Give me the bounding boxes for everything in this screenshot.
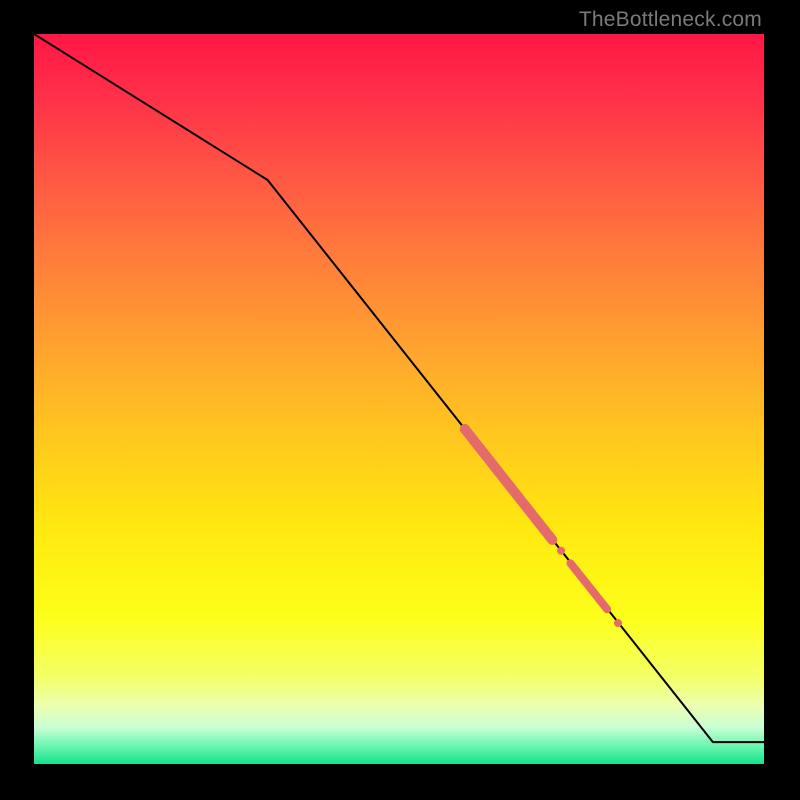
bottleneck-curve bbox=[34, 34, 764, 742]
plot-area bbox=[34, 34, 764, 764]
chart-stage: TheBottleneck.com bbox=[0, 0, 800, 800]
watermark-text: TheBottleneck.com bbox=[579, 8, 762, 32]
highlight-markers bbox=[465, 429, 622, 627]
line-layer bbox=[34, 34, 764, 764]
thick-segment bbox=[465, 429, 553, 540]
mid-segment bbox=[571, 563, 608, 609]
gap-dot-2 bbox=[614, 619, 622, 627]
gap-dot-1 bbox=[557, 547, 565, 555]
